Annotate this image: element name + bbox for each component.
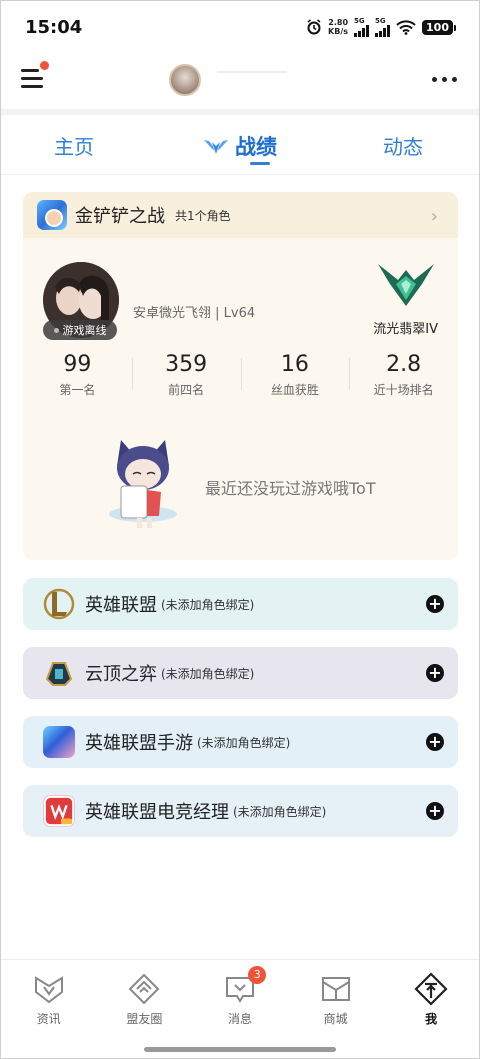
profile-info: 安卓微光飞翎 | Lv64 xyxy=(133,306,256,321)
nav-label: 我 xyxy=(425,1012,438,1026)
empty-message: 最近还没玩过游戏哦ToT xyxy=(205,479,376,498)
more-dot xyxy=(452,77,457,82)
add-icon[interactable]: + xyxy=(426,733,444,751)
game-note: (未添加角色绑定) xyxy=(197,735,291,750)
rank-name: 流光翡翠IV xyxy=(373,322,438,337)
empty-mascot-illustration xyxy=(109,440,177,528)
stat-label: 近十场排名 xyxy=(373,383,434,397)
menu-line xyxy=(21,85,43,88)
tft-logo-icon xyxy=(45,662,73,686)
tft-title: 金铲铲之战 xyxy=(75,206,165,227)
tft-role-count: 共1个角色 xyxy=(175,208,231,223)
stats-row: 99 第一名 359 前四名 16 丝血获胜 2.8 近十场排名 xyxy=(23,352,458,398)
status-dot xyxy=(53,327,59,333)
top-header xyxy=(1,53,479,109)
alarm-icon xyxy=(307,19,321,35)
home-indicator[interactable] xyxy=(144,1047,336,1052)
nav-me[interactable]: 我 xyxy=(383,960,479,1033)
tft-card-header[interactable]: 金铲铲之战 共1个角色 › xyxy=(23,192,458,238)
game-note: (未添加角色绑定) xyxy=(233,804,327,819)
lol-logo-icon xyxy=(43,588,75,620)
status-icons: 2.80 KB/s 5G 5G 100 xyxy=(306,16,456,37)
messages-badge: 3 xyxy=(248,966,267,984)
game-name: 云顶之弈 xyxy=(85,664,157,685)
stat-value: 359 xyxy=(165,352,208,377)
game-note: (未添加角色绑定) xyxy=(161,597,255,612)
status-time: 15:04 xyxy=(25,16,83,38)
game-name: 英雄联盟电竞经理 xyxy=(85,802,229,823)
stat-value: 99 xyxy=(63,352,92,377)
notification-dot xyxy=(40,61,49,70)
more-dot xyxy=(442,77,447,82)
battery-indicator: 100 xyxy=(422,19,456,35)
tab-bar: 主页 战绩 动态 xyxy=(1,115,479,175)
stat-narrow-wins: 16 丝血获胜 xyxy=(240,352,350,398)
tab-dynamic[interactable]: 动态 xyxy=(383,131,423,160)
stat-value: 16 xyxy=(280,352,309,377)
game-name: 英雄联盟手游 xyxy=(85,733,193,754)
menu-line xyxy=(21,77,43,80)
signal-bars-icon xyxy=(354,24,370,37)
stat-label: 第一名 xyxy=(59,383,96,397)
tab-record-label: 战绩 xyxy=(235,135,277,159)
online-status-pill: 游戏离线 xyxy=(43,320,117,340)
me-icon xyxy=(414,972,448,1006)
add-icon[interactable]: + xyxy=(426,595,444,613)
bottom-nav: 资讯 盟友圈 3 消息 商城 我 xyxy=(1,959,479,1033)
game-row-lol[interactable]: 英雄联盟 (未添加角色绑定) + xyxy=(23,578,458,630)
esports-manager-logo-icon xyxy=(43,795,75,827)
signal-bars-icon xyxy=(375,24,391,37)
wifi-icon xyxy=(396,19,416,35)
nav-news[interactable]: 资讯 xyxy=(1,960,97,1033)
nav-friends[interactable]: 盟友圈 xyxy=(97,960,193,1033)
news-icon xyxy=(34,976,63,1004)
stat-recent-rank: 2.8 近十场排名 xyxy=(349,352,458,398)
hamburger-menu-icon xyxy=(21,69,39,72)
more-button[interactable] xyxy=(432,77,457,82)
signal-2: 5G xyxy=(375,16,391,37)
nav-messages[interactable]: 3 消息 xyxy=(192,960,288,1033)
stat-first-place: 99 第一名 xyxy=(23,352,132,398)
shop-icon xyxy=(321,977,350,1001)
signal-2-label: 5G xyxy=(375,16,386,25)
stat-top-four: 359 前四名 xyxy=(131,352,241,398)
emerald-rank-icon xyxy=(378,264,434,306)
menu-button[interactable] xyxy=(21,61,51,93)
nav-label: 消息 xyxy=(227,1012,252,1026)
nav-label: 资讯 xyxy=(36,1012,61,1026)
tab-home[interactable]: 主页 xyxy=(54,131,94,160)
add-icon[interactable]: + xyxy=(426,664,444,682)
stat-value: 2.8 xyxy=(386,352,422,377)
nav-label: 盟友圈 xyxy=(126,1012,163,1026)
wings-icon xyxy=(204,140,228,154)
speed-unit: KB/s xyxy=(328,27,349,36)
tab-record[interactable]: 战绩 xyxy=(203,131,277,161)
tft-game-icon xyxy=(37,200,67,230)
nav-shop[interactable]: 商城 xyxy=(288,960,384,1033)
add-icon[interactable]: + xyxy=(426,802,444,820)
signal-1-label: 5G xyxy=(354,16,365,25)
wild-rift-logo-icon xyxy=(43,726,75,758)
status-bar: 15:04 2.80 KB/s 5G 5G 100 xyxy=(1,1,479,53)
speed-value: 2.80 xyxy=(328,18,349,27)
header-name-placeholder xyxy=(217,71,287,73)
nav-label: 商城 xyxy=(323,1012,348,1026)
game-name: 英雄联盟 xyxy=(85,595,157,616)
game-row-wild-rift[interactable]: 英雄联盟手游 (未添加角色绑定) + xyxy=(23,716,458,768)
signal-1: 5G xyxy=(354,16,370,37)
game-row-tft[interactable]: 云顶之弈 (未添加角色绑定) + xyxy=(23,647,458,699)
tft-record-card: 金铲铲之战 共1个角色 › 游戏离线 安卓微光飞翎 | Lv64 流光翡翠IV … xyxy=(23,192,458,560)
more-dots-icon xyxy=(432,77,437,82)
tab-active-indicator xyxy=(250,162,270,165)
status-text: 游戏离线 xyxy=(62,324,107,337)
network-speed: 2.80 KB/s xyxy=(328,18,348,36)
chevron-right-icon: › xyxy=(430,206,438,227)
game-row-esports-manager[interactable]: 英雄联盟电竞经理 (未添加角色绑定) + xyxy=(23,785,458,837)
game-note: (未添加角色绑定) xyxy=(161,666,255,681)
profile-name-placeholder xyxy=(133,274,193,286)
stat-label: 前四名 xyxy=(168,383,205,397)
header-avatar[interactable] xyxy=(169,64,201,96)
stat-label: 丝血获胜 xyxy=(270,383,319,397)
friends-circle-icon xyxy=(128,973,160,1005)
